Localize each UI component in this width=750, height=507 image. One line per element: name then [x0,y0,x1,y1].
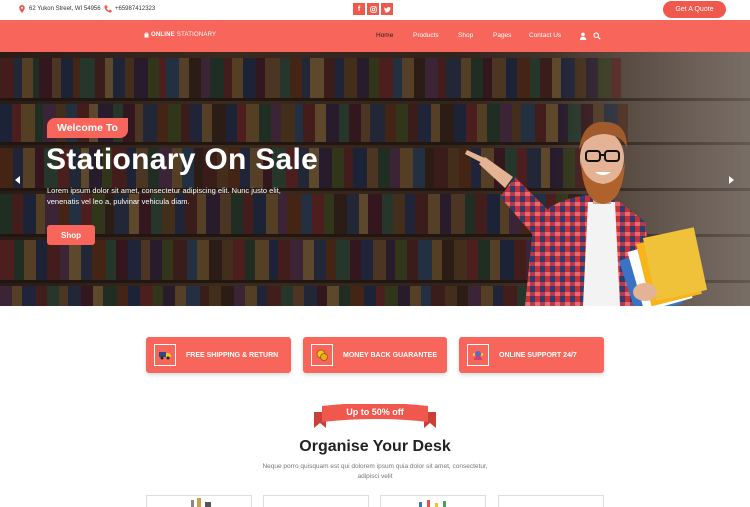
feature-online-support: ONLINE SUPPORT 24/7 [459,337,604,373]
get-quote-button[interactable]: Get A Quote [663,1,726,18]
main-nav: ONLINE STATIONARY Home Products Shop Pag… [0,20,750,52]
feature-label: MONEY BACK GUARANTEE [343,351,437,359]
logo-icon [144,32,149,38]
phone-text: +65987412323 [115,6,156,12]
carousel-prev-arrow[interactable] [13,175,23,185]
social-links: f [353,3,393,15]
section-subtitle: Neque porro quisquam est qui dolorem ips… [262,463,488,480]
twitter-icon[interactable] [381,3,393,15]
hero-badge: Welcome To [47,118,128,138]
nav-link-home[interactable]: Home [376,32,393,39]
product-card[interactable] [263,495,369,507]
product-card[interactable] [498,495,604,507]
hero-title: Stationary On Sale [46,143,319,176]
feature-label: FREE SHIPPING & RETURN [186,351,279,359]
logo-text: STATIONARY [176,32,217,38]
location-icon [19,5,25,13]
top-bar: 62 Yukon Street, WI 54956 +65987412323 f… [0,0,750,20]
nav-link-contact[interactable]: Contact Us [529,32,561,39]
user-icon[interactable] [579,32,587,40]
hero-banner: Welcome To Stationary On Sale Lorem ipsu… [0,52,750,306]
feature-free-shipping: FREE SHIPPING & RETURN [146,337,291,373]
hero-description: Lorem ipsum dolor sit amet, consectetur … [47,186,281,206]
instagram-icon[interactable] [367,3,379,15]
nav-link-products[interactable]: Products [413,32,439,39]
chevron-right-icon [729,176,734,184]
facebook-icon[interactable]: f [353,3,365,15]
product-card[interactable] [380,495,486,507]
phone-icon [104,5,112,13]
logo-bold-text: ONLINE [151,32,175,38]
phone-info: +65987412323 [104,5,155,13]
support-icon [467,344,489,366]
carousel-next-arrow[interactable] [726,175,736,185]
address-text: 62 Yukon Street, WI 54956 [29,6,101,12]
product-card[interactable] [146,495,252,507]
search-icon[interactable] [593,32,601,40]
chevron-left-icon [15,176,20,184]
nav-link-shop[interactable]: Shop [458,32,473,39]
site-logo[interactable]: ONLINE STATIONARY [144,32,216,38]
shop-button[interactable]: Shop [47,225,95,245]
address-info: 62 Yukon Street, WI 54956 [18,5,101,13]
coins-icon [311,344,333,366]
truck-icon [154,344,176,366]
product-image [191,498,211,507]
section-title: Organise Your Desk [299,438,451,455]
feature-label: ONLINE SUPPORT 24/7 [499,351,577,359]
promo-ribbon-text: Up to 50% off [346,407,404,417]
nav-link-pages[interactable]: Pages [493,32,511,39]
feature-money-back: MONEY BACK GUARANTEE [303,337,447,373]
man-holding-books-image [465,121,708,306]
product-image [419,500,446,507]
